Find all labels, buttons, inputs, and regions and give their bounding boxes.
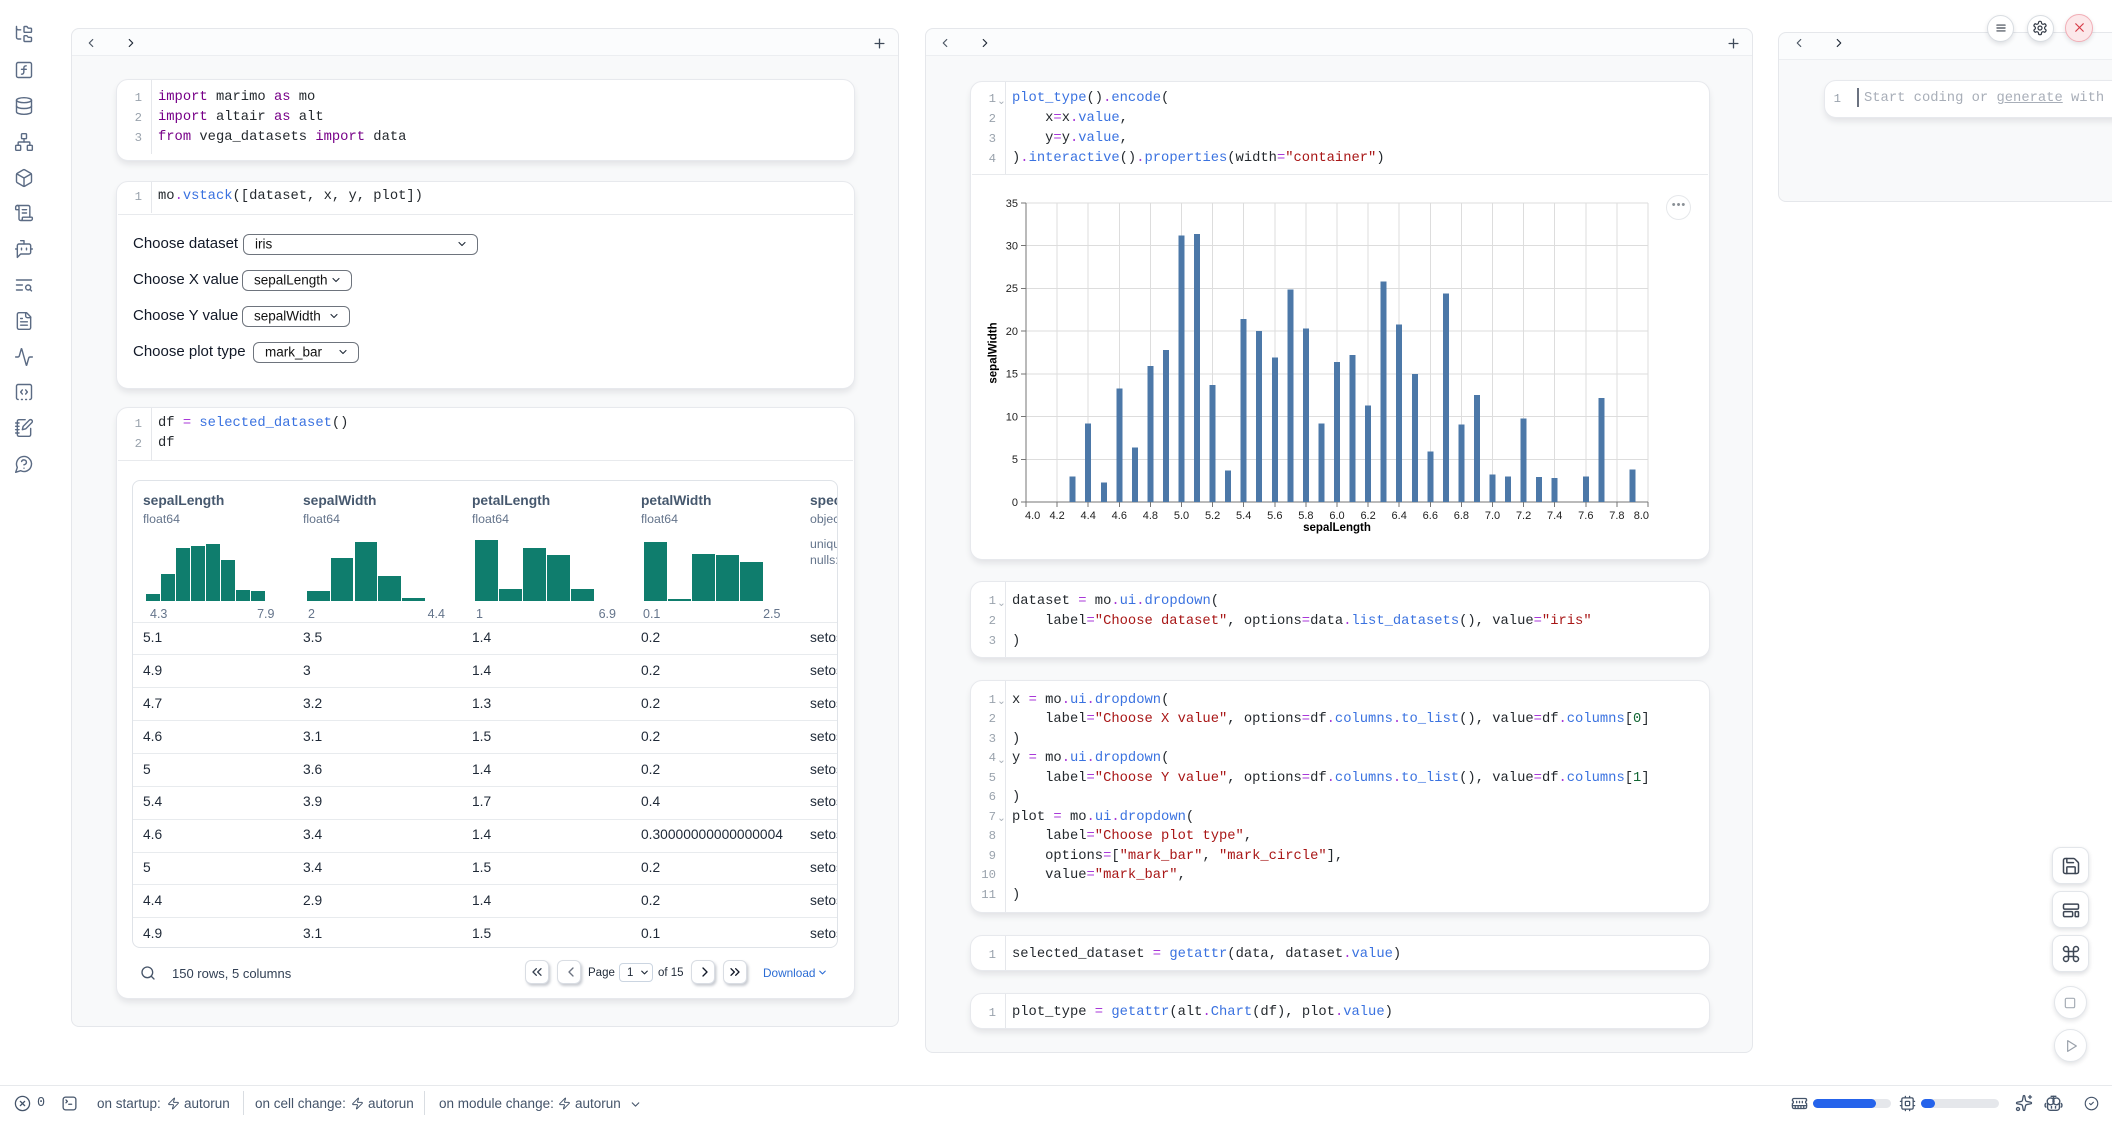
svg-text:6.4: 6.4 xyxy=(1392,510,1407,522)
svg-text:sepalWidth: sepalWidth xyxy=(988,322,1000,383)
svg-text:6.8: 6.8 xyxy=(1454,510,1469,522)
svg-text:4.8: 4.8 xyxy=(1143,510,1158,522)
svg-text:30: 30 xyxy=(1006,241,1018,253)
svg-text:7.8: 7.8 xyxy=(1609,510,1624,522)
svg-text:0: 0 xyxy=(1012,497,1018,509)
svg-text:5.4: 5.4 xyxy=(1236,510,1251,522)
svg-text:20: 20 xyxy=(1006,326,1018,338)
svg-text:5.2: 5.2 xyxy=(1205,510,1220,522)
svg-text:7.4: 7.4 xyxy=(1547,510,1562,522)
svg-text:5.8: 5.8 xyxy=(1298,510,1313,522)
svg-text:35: 35 xyxy=(1006,198,1018,210)
svg-text:25: 25 xyxy=(1006,283,1018,295)
svg-text:7.2: 7.2 xyxy=(1516,510,1531,522)
svg-text:4.2: 4.2 xyxy=(1049,510,1064,522)
svg-text:15: 15 xyxy=(1006,369,1018,381)
svg-text:8.0: 8.0 xyxy=(1634,510,1649,522)
svg-text:7.6: 7.6 xyxy=(1578,510,1593,522)
svg-text:4.0: 4.0 xyxy=(1025,510,1040,522)
svg-text:6.0: 6.0 xyxy=(1329,510,1344,522)
svg-text:5: 5 xyxy=(1012,454,1018,466)
svg-text:sepalLength: sepalLength xyxy=(1303,522,1371,534)
svg-text:6.2: 6.2 xyxy=(1360,510,1375,522)
svg-text:4.6: 4.6 xyxy=(1112,510,1127,522)
svg-text:4.4: 4.4 xyxy=(1081,510,1096,522)
svg-text:6.6: 6.6 xyxy=(1423,510,1438,522)
svg-text:5.0: 5.0 xyxy=(1174,510,1189,522)
svg-text:10: 10 xyxy=(1006,411,1018,423)
svg-text:7.0: 7.0 xyxy=(1485,510,1500,522)
svg-text:5.6: 5.6 xyxy=(1267,510,1282,522)
